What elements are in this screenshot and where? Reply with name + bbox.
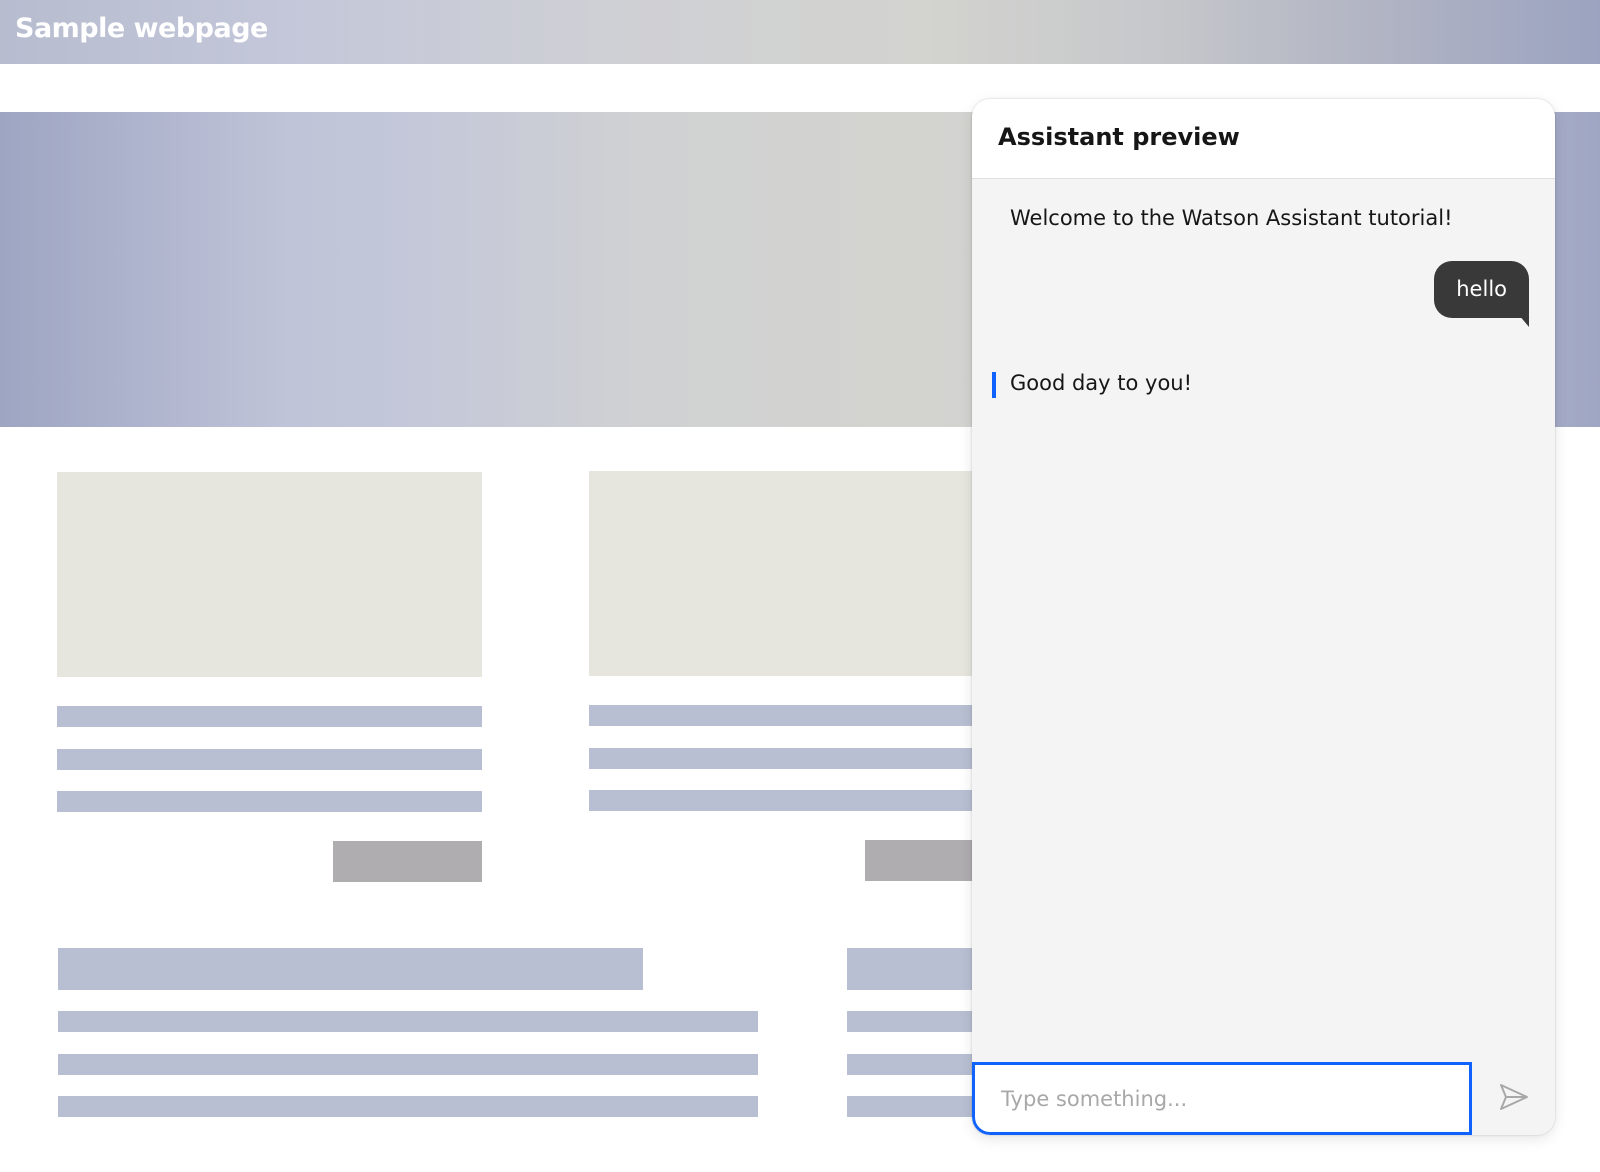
card-2-button-placeholder[interactable] [865, 840, 984, 881]
section-1-text-line [58, 1096, 758, 1117]
card-1-text-line [57, 706, 482, 727]
assistant-message: Welcome to the Watson Assistant tutorial… [1010, 206, 1453, 230]
page-title: Sample webpage [15, 13, 268, 44]
page-header: Sample webpage [0, 0, 1600, 64]
section-2-text-line [847, 1011, 984, 1032]
section-2-text-line [847, 1054, 984, 1075]
assistant-message: Good day to you! [1010, 371, 1193, 395]
card-2-text-line [589, 705, 984, 726]
section-2-heading-placeholder [847, 948, 984, 990]
chat-title: Assistant preview [998, 123, 1240, 151]
assistant-message-indicator [992, 372, 996, 398]
section-1-text-line [58, 1011, 758, 1032]
card-2-image-placeholder [589, 471, 984, 676]
section-1-text-line [58, 1054, 758, 1075]
card-2-text-line [589, 790, 984, 811]
chat-header: Assistant preview [972, 99, 1555, 179]
assistant-chat-panel: Assistant preview Welcome to the Watson … [972, 99, 1555, 1135]
user-message-bubble: hello [1434, 261, 1529, 318]
user-bubble-tail [1519, 315, 1529, 327]
card-1-image-placeholder [57, 472, 482, 677]
card-1-text-line [57, 749, 482, 770]
send-icon [1498, 1082, 1530, 1116]
section-2-text-line [847, 1096, 984, 1117]
card-2-text-line [589, 748, 984, 769]
chat-input-container [972, 1062, 1472, 1135]
chat-message-input[interactable] [975, 1065, 1469, 1132]
section-1-heading-placeholder [58, 948, 643, 990]
card-1-text-line [57, 791, 482, 812]
send-button[interactable] [1472, 1062, 1555, 1135]
card-1-button-placeholder[interactable] [333, 841, 482, 882]
